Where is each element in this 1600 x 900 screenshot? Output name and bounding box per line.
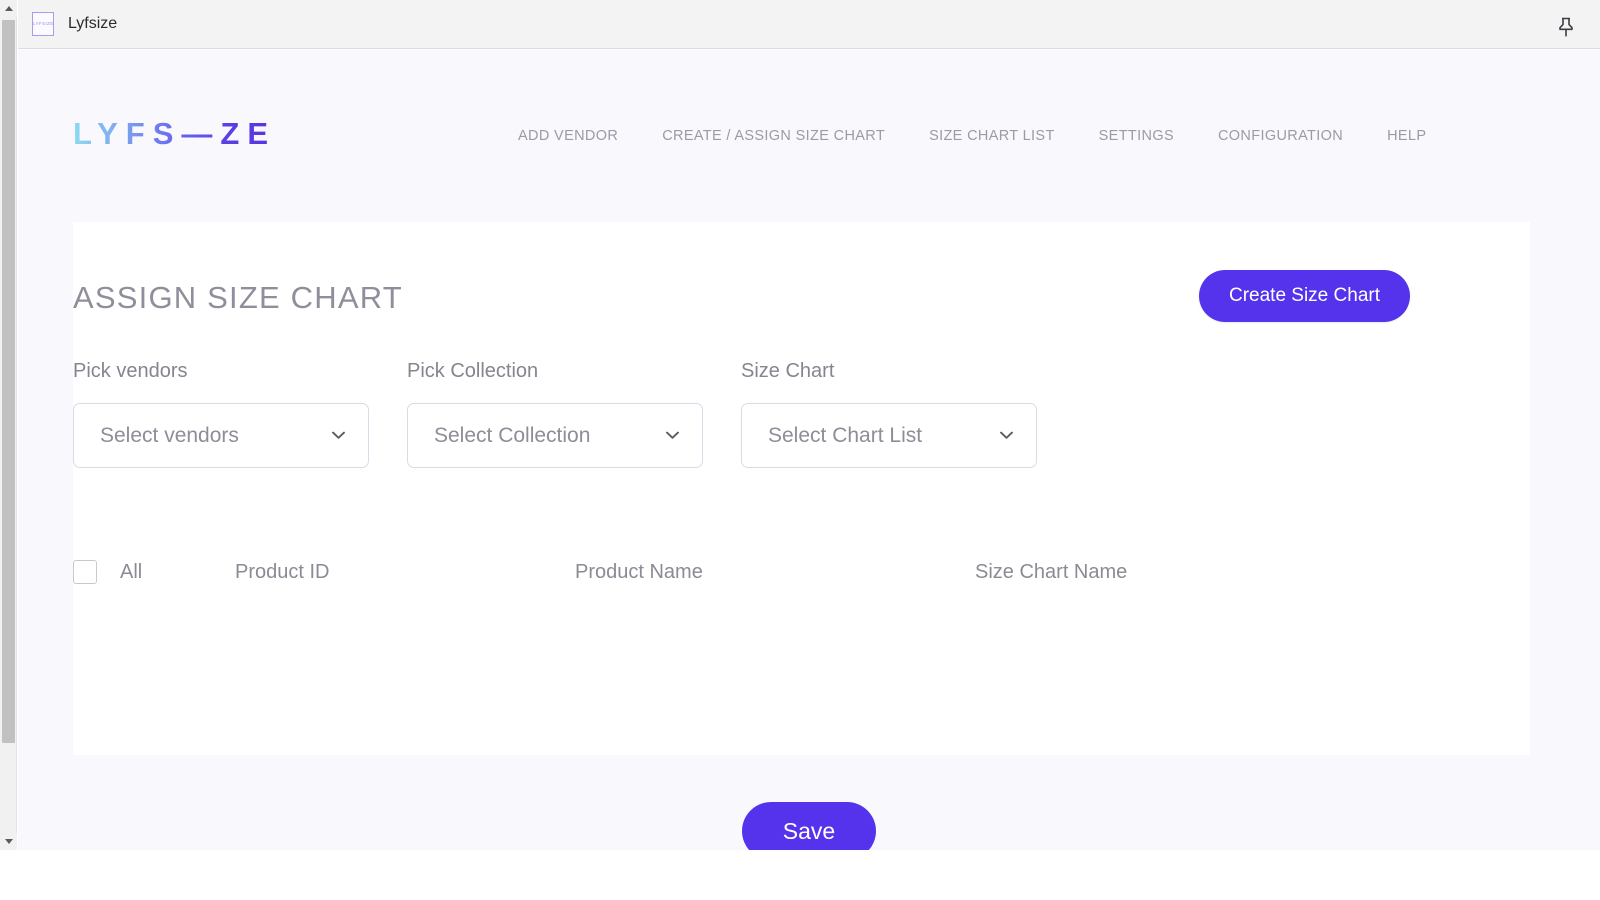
app-page: LYFS—ZE ADD VENDOR CREATE / ASSIGN SIZE … bbox=[18, 50, 1600, 850]
page-scrollbar[interactable] bbox=[0, 0, 17, 850]
nav-create-assign-size-chart[interactable]: CREATE / ASSIGN SIZE CHART bbox=[662, 128, 885, 144]
below-viewport-filler bbox=[0, 850, 1600, 900]
field-pick-collection: Pick Collection Select Collection bbox=[407, 360, 703, 468]
products-table-header: All Product ID Product Name Size Chart N… bbox=[73, 560, 1530, 584]
select-chart-list[interactable]: Select Chart List bbox=[741, 403, 1037, 468]
nav-add-vendor[interactable]: ADD VENDOR bbox=[518, 128, 618, 144]
main-navigation: ADD VENDOR CREATE / ASSIGN SIZE CHART SI… bbox=[518, 128, 1426, 144]
scroll-up-arrow-icon[interactable] bbox=[0, 0, 17, 17]
favicon-label: LYFSIZE bbox=[32, 20, 54, 27]
select-vendors-wrapper: Select vendors bbox=[73, 403, 369, 468]
nav-help[interactable]: HELP bbox=[1387, 128, 1426, 144]
nav-settings[interactable]: SETTINGS bbox=[1099, 128, 1174, 144]
nav-configuration[interactable]: CONFIGURATION bbox=[1218, 128, 1343, 144]
select-chart-list-wrapper: Select Chart List bbox=[741, 403, 1037, 468]
field-pick-vendors: Pick vendors Select vendors bbox=[73, 360, 369, 468]
column-header-all: All bbox=[120, 560, 143, 583]
select-collection[interactable]: Select Collection bbox=[407, 403, 703, 468]
scroll-down-arrow-icon[interactable] bbox=[0, 833, 17, 850]
select-vendors[interactable]: Select vendors bbox=[73, 403, 369, 468]
card-header: ASSIGN SIZE CHART Create Size Chart bbox=[73, 222, 1530, 362]
assign-size-chart-card: ASSIGN SIZE CHART Create Size Chart Pick… bbox=[73, 222, 1530, 755]
save-button[interactable]: Save bbox=[742, 802, 876, 850]
browser-titlebar: LYFSIZE Lyfsize bbox=[18, 0, 1600, 49]
column-header-product-name: Product Name bbox=[575, 560, 703, 583]
label-pick-vendors: Pick vendors bbox=[73, 360, 188, 382]
tab-title[interactable]: Lyfsize bbox=[68, 15, 117, 33]
favicon-icon: LYFSIZE bbox=[32, 12, 54, 36]
field-size-chart: Size Chart Select Chart List bbox=[741, 360, 1037, 468]
filters-row: Pick vendors Select vendors Pick Collect… bbox=[73, 360, 1037, 468]
create-size-chart-button[interactable]: Create Size Chart bbox=[1198, 270, 1410, 322]
scrollbar-thumb[interactable] bbox=[2, 20, 15, 743]
label-pick-collection: Pick Collection bbox=[407, 360, 539, 382]
page-title: ASSIGN SIZE CHART bbox=[73, 280, 403, 315]
screenshot-root: LYFSIZE Lyfsize LYFS—ZE ADD VENDOR CREAT… bbox=[0, 0, 1600, 900]
column-header-size-chart-name: Size Chart Name bbox=[975, 560, 1128, 583]
label-size-chart: Size Chart bbox=[741, 360, 835, 382]
brand-logo[interactable]: LYFS—ZE bbox=[73, 116, 276, 152]
select-all-checkbox[interactable] bbox=[73, 560, 97, 584]
site-header: LYFS—ZE ADD VENDOR CREATE / ASSIGN SIZE … bbox=[18, 50, 1600, 172]
column-header-product-id: Product ID bbox=[235, 560, 330, 583]
nav-size-chart-list[interactable]: SIZE CHART LIST bbox=[929, 128, 1055, 144]
pushpin-icon[interactable] bbox=[1556, 16, 1576, 38]
select-collection-wrapper: Select Collection bbox=[407, 403, 703, 468]
